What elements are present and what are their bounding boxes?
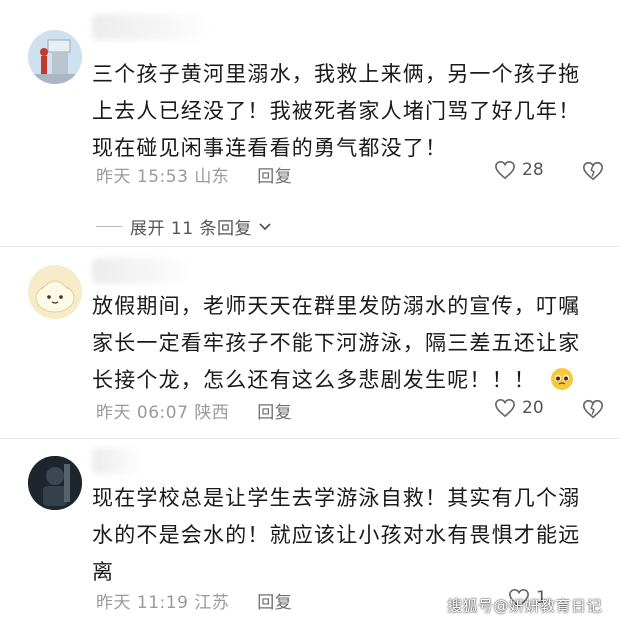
watermark: 搜狐号@妍妍教育日记 [446,597,602,615]
username-blurred [92,448,142,474]
avatar-image-icon [28,456,82,510]
heart-icon [495,160,515,180]
comment-text: 三个孩子黄河里溺水，我救上来俩，另一个孩子拖 上去人已经没了！我被死者家人堵门骂… [92,56,602,167]
comment-line: 离 [92,560,115,584]
comment-item: 放假期间，老师天天在群里发防溺水的宣传，叮嘱 家长一定看牢孩子不能下河游泳，隔三… [0,248,620,438]
comment-meta: 昨天 06:07 陕西 回复 [96,398,292,423]
avatar[interactable] [28,265,82,319]
comment-region: 山东 [194,167,230,187]
reply-button[interactable]: 回复 [257,167,292,187]
avatar-image-icon [28,265,82,319]
divider [0,438,620,439]
comment-time: 昨天 15:53 [96,167,189,187]
comment-region: 陕西 [194,403,230,423]
comment-line: 水的不是会水的！就应该让小孩对水有畏惧才能远 [92,523,581,547]
broken-heart-icon [583,161,603,181]
expand-replies-label: 展开 11 条回复 [130,219,252,239]
username-blurred [92,258,192,284]
comment-line: 三个孩子黄河里溺水，我救上来俩，另一个孩子拖 [92,62,581,86]
avatar[interactable] [28,30,82,84]
comment-text: 放假期间，老师天天在群里发防溺水的宣传，叮嘱 家长一定看牢孩子不能下河游泳，隔三… [92,288,602,399]
comment-item: 三个孩子黄河里溺水，我救上来俩，另一个孩子拖 上去人已经没了！我被死者家人堵门骂… [0,0,620,250]
dislike-button[interactable] [582,160,604,186]
username-blurred [92,14,212,40]
pleading-face-emoji-icon [550,368,573,390]
comment-meta: 昨天 15:53 山东 回复 [96,162,292,187]
comment-region: 江苏 [194,593,230,613]
comment-meta: 昨天 11:19 江苏 回复 [96,588,292,613]
avatar-image-icon [28,30,82,84]
divider [0,246,620,247]
comment-time: 昨天 06:07 [96,403,189,423]
comment-line: 上去人已经没了！我被死者家人堵门骂了好几年！ [92,99,581,123]
dislike-button[interactable] [582,398,604,424]
like-count: 28 [522,160,544,180]
comment-line-text: 长接个龙，怎么还有这么多悲剧发生呢！！！ [92,368,536,392]
like-count: 20 [522,398,544,418]
comment-time: 昨天 11:19 [96,593,189,613]
comment-line: 现在学校总是让学生去学游泳自救！其实有几个溺 [92,486,581,510]
comment-line: 放假期间，老师天天在群里发防溺水的宣传，叮嘱 [92,294,581,318]
avatar[interactable] [28,456,82,510]
heart-icon [495,398,515,418]
expand-replies-button[interactable]: 展开 11 条回复 [96,214,272,239]
comment-text: 现在学校总是让学生去学游泳自救！其实有几个溺 水的不是会水的！就应该让小孩对水有… [92,480,602,591]
comment-line: 家长一定看牢孩子不能下河游泳，隔三差五还让家 [92,331,581,355]
broken-heart-icon [583,399,603,419]
expand-line [96,226,122,227]
reply-button[interactable]: 回复 [257,593,292,613]
like-button[interactable]: 28 [494,160,544,180]
chevron-down-icon [259,222,271,230]
reply-button[interactable]: 回复 [257,403,292,423]
comment-line: 长接个龙，怎么还有这么多悲剧发生呢！！！ [92,362,602,399]
like-button[interactable]: 20 [494,398,544,418]
